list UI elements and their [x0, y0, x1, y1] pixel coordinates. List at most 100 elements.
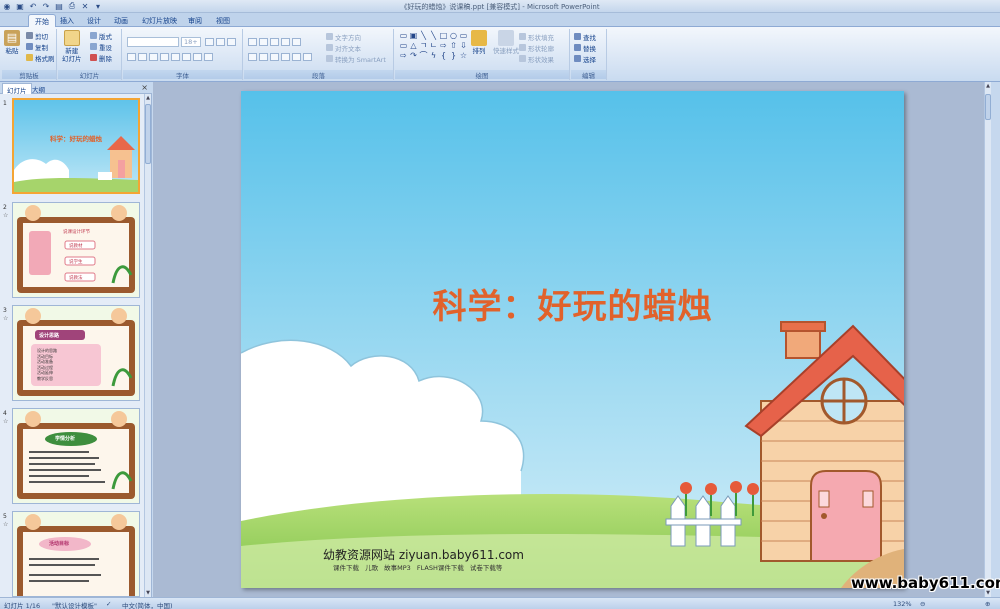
- delete-button[interactable]: 删除: [90, 53, 112, 63]
- zoom-level[interactable]: 132%: [893, 600, 912, 608]
- bullets-icon[interactable]: [248, 38, 257, 46]
- justify-icon[interactable]: [281, 53, 290, 61]
- curve-shape-icon[interactable]: ↷: [409, 51, 418, 60]
- shape-fill-button[interactable]: 形状填充: [519, 32, 554, 42]
- current-slide[interactable]: 科学：好玩的蜡烛 幼教资源网站 ziyuan.baby611.com 课件下载 …: [241, 91, 904, 588]
- font-group: 18+ 字体: [123, 29, 243, 80]
- copy-button[interactable]: 复制: [26, 42, 48, 52]
- rect-shape-icon[interactable]: □: [439, 31, 448, 40]
- close-pane-icon[interactable]: ×: [141, 83, 148, 92]
- editing-group: 查找 替换 选择 编辑: [571, 29, 607, 80]
- underline-icon[interactable]: [149, 53, 158, 61]
- tab-animation[interactable]: 动画: [108, 14, 134, 27]
- status-bar: 幻灯片 1/16 "默认设计模板" ✓ 中文(简体，中国) 132% ⊖ ⊕: [0, 597, 1000, 609]
- zoom-out-icon[interactable]: ⊖: [920, 600, 925, 608]
- slide-counter: 幻灯片 1/16: [4, 602, 41, 609]
- more1-shape-icon[interactable]: ▭: [459, 31, 468, 40]
- arrow-right2-shape-icon[interactable]: ⇨: [399, 51, 408, 60]
- text-direction-button[interactable]: 文字方向: [326, 32, 361, 42]
- shapes-gallery[interactable]: ▭ ▣ ╲ ╲ □ ○ ▭ ▭ △ ㄱㄴ ⇨ ⇧ ⇩ ⇨ ↷ ⌒ ϟ{} ☆: [399, 31, 468, 60]
- arrange-button[interactable]: 排列: [471, 30, 487, 55]
- scroll-down-icon[interactable]: ▼: [145, 589, 151, 597]
- tab-insert[interactable]: 插入: [54, 14, 80, 27]
- italic-icon[interactable]: [138, 53, 147, 61]
- shrink-font-icon[interactable]: [216, 38, 225, 46]
- case-icon[interactable]: [193, 53, 202, 61]
- transition-icon: ☆: [3, 521, 9, 528]
- thumb2-header: 说课设计环节: [63, 230, 90, 235]
- quick-styles-button[interactable]: 快速样式: [493, 30, 519, 55]
- tab-outline[interactable]: 大纲: [28, 83, 49, 94]
- slide-thumbnail-5[interactable]: 活动目标: [12, 511, 140, 597]
- tab-view[interactable]: 视图: [210, 14, 236, 27]
- line2-shape-icon[interactable]: ╲: [429, 31, 438, 40]
- shape-outline-button[interactable]: 形状轮廓: [519, 43, 554, 53]
- image-shape-icon[interactable]: ▣: [409, 31, 418, 40]
- slide-thumbnail-3[interactable]: 设计思路 设计的思路 活动目标 活动准备 活动过程 活动延伸 教学反思: [12, 305, 140, 401]
- scroll-up-icon[interactable]: ▲: [985, 82, 991, 90]
- slide-title[interactable]: 科学：好玩的蜡烛: [241, 279, 904, 328]
- grow-font-icon[interactable]: [205, 38, 214, 46]
- curve2-shape-icon[interactable]: ⌒: [419, 51, 428, 60]
- align-right-icon[interactable]: [270, 53, 279, 61]
- increase-indent-icon[interactable]: [281, 38, 290, 46]
- arrow-right-shape-icon[interactable]: ⇨: [439, 41, 448, 50]
- distribute-icon[interactable]: [292, 53, 301, 61]
- slide-thumbnail-2[interactable]: 说课设计环节 说教材 说学生 说教法: [12, 202, 140, 298]
- lightning-shape-icon[interactable]: ϟ: [429, 51, 438, 60]
- replace-button[interactable]: 替换: [574, 43, 596, 53]
- arrow-down-shape-icon[interactable]: ⇩: [459, 41, 468, 50]
- pane-scroll-thumb[interactable]: [145, 104, 151, 164]
- language-indicator[interactable]: 中文(简体，中国): [122, 600, 173, 609]
- paste-button[interactable]: ▤ 粘贴: [4, 30, 20, 55]
- shadow-icon[interactable]: [171, 53, 180, 61]
- spellcheck-icon[interactable]: ✓: [106, 600, 111, 608]
- decrease-indent-icon[interactable]: [270, 38, 279, 46]
- bold-icon[interactable]: [127, 53, 136, 61]
- font-color-icon[interactable]: [204, 53, 213, 61]
- line-spacing-icon[interactable]: [292, 38, 301, 46]
- font-label: 字体: [123, 70, 242, 80]
- columns-icon[interactable]: [303, 53, 312, 61]
- brace-shape-icon[interactable]: {: [439, 51, 448, 60]
- align-text-button[interactable]: 对齐文本: [326, 43, 361, 53]
- cut-button[interactable]: 剪切: [26, 31, 48, 41]
- spacing-icon[interactable]: [182, 53, 191, 61]
- slide-thumbnail-1[interactable]: 科学：好玩的蜡烛: [12, 98, 140, 194]
- layout-button[interactable]: 版式: [90, 31, 112, 41]
- tab-review[interactable]: 审阅: [182, 14, 208, 27]
- shape-effects-button[interactable]: 形状效果: [519, 54, 554, 64]
- oval-shape-icon[interactable]: ○: [449, 31, 458, 40]
- format-painter-button[interactable]: 格式刷: [26, 53, 55, 63]
- select-button[interactable]: 选择: [574, 54, 596, 64]
- font-name-combo[interactable]: [127, 37, 179, 47]
- tab-design[interactable]: 设计: [81, 14, 107, 27]
- line-shape-icon[interactable]: ╲: [419, 31, 428, 40]
- pane-scrollbar[interactable]: ▲ ▼: [144, 94, 151, 597]
- arrow-up-shape-icon[interactable]: ⇧: [449, 41, 458, 50]
- new-slide-button[interactable]: 新建 幻灯片: [62, 30, 82, 63]
- align-left-icon[interactable]: [248, 53, 257, 61]
- tab-slideshow[interactable]: 幻灯片放映: [136, 14, 183, 27]
- brace2-shape-icon[interactable]: }: [449, 51, 458, 60]
- font-size-combo[interactable]: 18+: [181, 37, 201, 47]
- find-button[interactable]: 查找: [574, 32, 596, 42]
- smartart-button[interactable]: 转换为 SmartArt: [326, 54, 386, 64]
- reset-button[interactable]: 重设: [90, 42, 112, 52]
- elbow-shape-icon[interactable]: ㄱ: [419, 41, 428, 50]
- strike-icon[interactable]: [160, 53, 169, 61]
- triangle-shape-icon[interactable]: △: [409, 41, 418, 50]
- zoom-in-icon[interactable]: ⊕: [985, 600, 990, 608]
- scroll-up-icon[interactable]: ▲: [145, 94, 151, 102]
- clear-format-icon[interactable]: [227, 38, 236, 46]
- elbow2-shape-icon[interactable]: ㄴ: [429, 41, 438, 50]
- rect2-shape-icon[interactable]: ▭: [399, 41, 408, 50]
- editor-scroll-thumb[interactable]: [985, 94, 991, 120]
- align-center-icon[interactable]: [259, 53, 268, 61]
- slide-thumbnail-4[interactable]: 学情分析: [12, 408, 140, 504]
- textbox-shape-icon[interactable]: ▭: [399, 31, 408, 40]
- tab-home[interactable]: 开始: [28, 14, 56, 27]
- star-shape-icon[interactable]: ☆: [459, 51, 468, 60]
- editor-scrollbar[interactable]: ▲ ▼: [984, 82, 991, 597]
- numbering-icon[interactable]: [259, 38, 268, 46]
